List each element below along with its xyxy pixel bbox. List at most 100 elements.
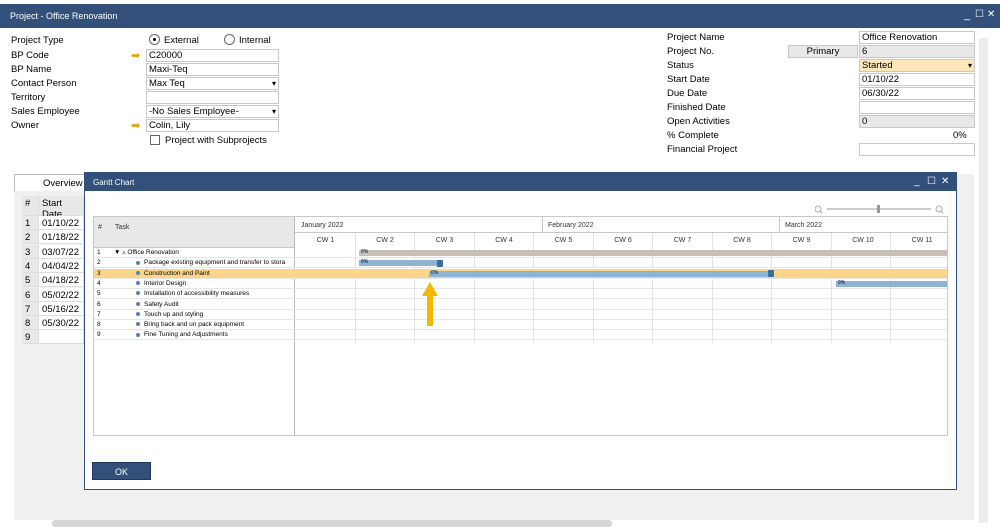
row-number: 9: [22, 330, 39, 345]
summary-icon: ▵: [122, 249, 126, 256]
highlight-arrow-icon: [422, 282, 438, 326]
subprojects-checkbox[interactable]: [150, 135, 160, 145]
gantt-close-icon[interactable]: ✕: [941, 176, 949, 187]
open-activities-field: 0: [859, 115, 975, 128]
sales-employee-dropdown[interactable]: -No Sales Employee-: [146, 105, 279, 118]
task-row[interactable]: 7 Touch up and styling: [94, 310, 947, 320]
start-date-cell[interactable]: 01/18/22: [39, 230, 84, 245]
task-name: Fine Tuning and Adjustments: [136, 330, 314, 340]
week-header: CW 10: [852, 237, 874, 244]
gantt-title-bar: Gantt Chart _ ☐ ✕: [85, 173, 956, 191]
task-bullet-icon: [136, 260, 140, 265]
territory-field[interactable]: [146, 91, 279, 104]
task-row[interactable]: 8 Bring back and un pack equipment: [94, 320, 947, 331]
gantt-maximize-icon[interactable]: ☐: [927, 176, 936, 187]
tab-overview[interactable]: Overview: [14, 174, 86, 191]
task-bullet-icon: [136, 281, 140, 286]
project-no-label: Project No.: [667, 46, 714, 57]
due-date-field[interactable]: 06/30/22: [859, 87, 975, 100]
task-row[interactable]: 6 Safety Audit: [94, 300, 947, 310]
start-date-cell[interactable]: 05/02/22: [39, 287, 84, 302]
ok-button[interactable]: OK: [92, 462, 151, 480]
week-header: CW 7: [673, 237, 692, 244]
link-arrow-icon[interactable]: ➡: [131, 51, 142, 62]
status-dropdown[interactable]: Started: [859, 59, 975, 72]
week-header: CW 4: [495, 237, 513, 244]
zoom-slider-handle: [877, 205, 880, 213]
project-name-label: Project Name: [667, 32, 725, 43]
task-name: ▼ ▵ Office Renovation: [114, 249, 179, 256]
task-row[interactable]: 4 Interior Design: [94, 279, 947, 289]
task-end-marker-icon[interactable]: [437, 259, 443, 267]
task-end-marker-icon[interactable]: [768, 270, 774, 278]
task-bar[interactable]: [359, 260, 439, 267]
project-no-series[interactable]: Primary: [788, 45, 858, 58]
bp-name-field[interactable]: Maxi-Teq: [146, 63, 279, 76]
close-icon[interactable]: ✕: [987, 9, 995, 21]
task-number: 6: [97, 300, 101, 308]
month-header: January 2022: [301, 222, 344, 229]
task-bullet-icon: [136, 322, 140, 327]
week-header: CW 5: [554, 237, 573, 244]
month-header: February 2022: [548, 222, 594, 229]
row-number: 2: [22, 230, 39, 245]
internal-radio[interactable]: [224, 34, 235, 45]
expand-icon[interactable]: ▼: [114, 249, 120, 256]
bp-code-label: BP Code: [11, 50, 49, 61]
task-row[interactable]: 9 Fine Tuning and Adjustments: [94, 330, 947, 341]
financial-project-field[interactable]: [859, 143, 975, 156]
task-bar[interactable]: [836, 280, 947, 287]
due-date-label: Due Date: [667, 88, 708, 99]
territory-label: Territory: [11, 92, 46, 103]
finished-date-field[interactable]: [859, 101, 975, 114]
start-date-cell[interactable]: 01/10/22: [39, 216, 84, 230]
start-date-cell[interactable]: [39, 330, 84, 345]
summary-bar[interactable]: [359, 250, 947, 256]
task-row[interactable]: 2 Package existing equipment and transfer…: [94, 258, 947, 269]
open-activities-label: Open Activities: [667, 116, 730, 127]
task-name: Interior Design: [136, 279, 314, 289]
task-number: 7: [97, 310, 101, 318]
external-label: External: [164, 35, 199, 46]
task-bullet-icon: [136, 291, 140, 296]
owner-field[interactable]: Colin, Lily: [146, 119, 279, 132]
bp-name-label: BP Name: [11, 64, 52, 75]
column-header-start-date: Start Date: [39, 196, 84, 220]
gantt-minimize-icon[interactable]: _: [914, 176, 920, 187]
task-number: 8: [97, 321, 101, 329]
tab-overview-label: Overview: [43, 178, 83, 189]
task-name-header: Task: [115, 224, 130, 231]
task-num-header: #: [98, 224, 102, 231]
vertical-scrollbar[interactable]: [979, 38, 988, 523]
subprojects-label: Project with Subprojects: [165, 135, 267, 146]
task-number: 9: [97, 331, 101, 339]
task-bullet-icon: [136, 332, 140, 337]
gantt-title: Gantt Chart: [93, 178, 135, 187]
start-date-cell[interactable]: 04/04/22: [39, 258, 84, 273]
row-number: 5: [22, 273, 39, 288]
link-arrow-icon[interactable]: ➡: [131, 121, 142, 132]
week-header: CW 8: [733, 237, 751, 244]
zoom-slider[interactable]: [815, 204, 945, 214]
start-date-cell[interactable]: 05/16/22: [39, 301, 84, 316]
start-date-label: Start Date: [667, 74, 710, 85]
task-header: [94, 217, 295, 248]
start-date-cell[interactable]: 03/07/22: [39, 244, 84, 259]
start-date-cell[interactable]: 04/18/22: [39, 273, 84, 288]
maximize-icon[interactable]: ☐: [975, 9, 984, 21]
task-bar[interactable]: [429, 270, 771, 277]
task-number: 2: [97, 259, 101, 267]
minimize-icon[interactable]: _: [964, 9, 970, 21]
project-name-field[interactable]: Office Renovation: [859, 31, 975, 44]
horizontal-scrollbar[interactable]: [52, 520, 612, 527]
start-date-field[interactable]: 01/10/22: [859, 73, 975, 86]
task-bullet-icon: [136, 301, 140, 306]
bp-code-field[interactable]: C20000: [146, 49, 279, 62]
task-row[interactable]: 5 Installation of accessibility measures: [94, 289, 947, 300]
task-name: Safety Audit: [136, 300, 314, 310]
external-radio[interactable]: [149, 34, 160, 45]
week-header: CW 1: [316, 237, 335, 244]
start-date-cell[interactable]: 05/30/22: [39, 316, 84, 331]
window-title: Project - Office Renovation: [10, 11, 118, 21]
contact-person-dropdown[interactable]: Max Teq: [146, 77, 279, 90]
